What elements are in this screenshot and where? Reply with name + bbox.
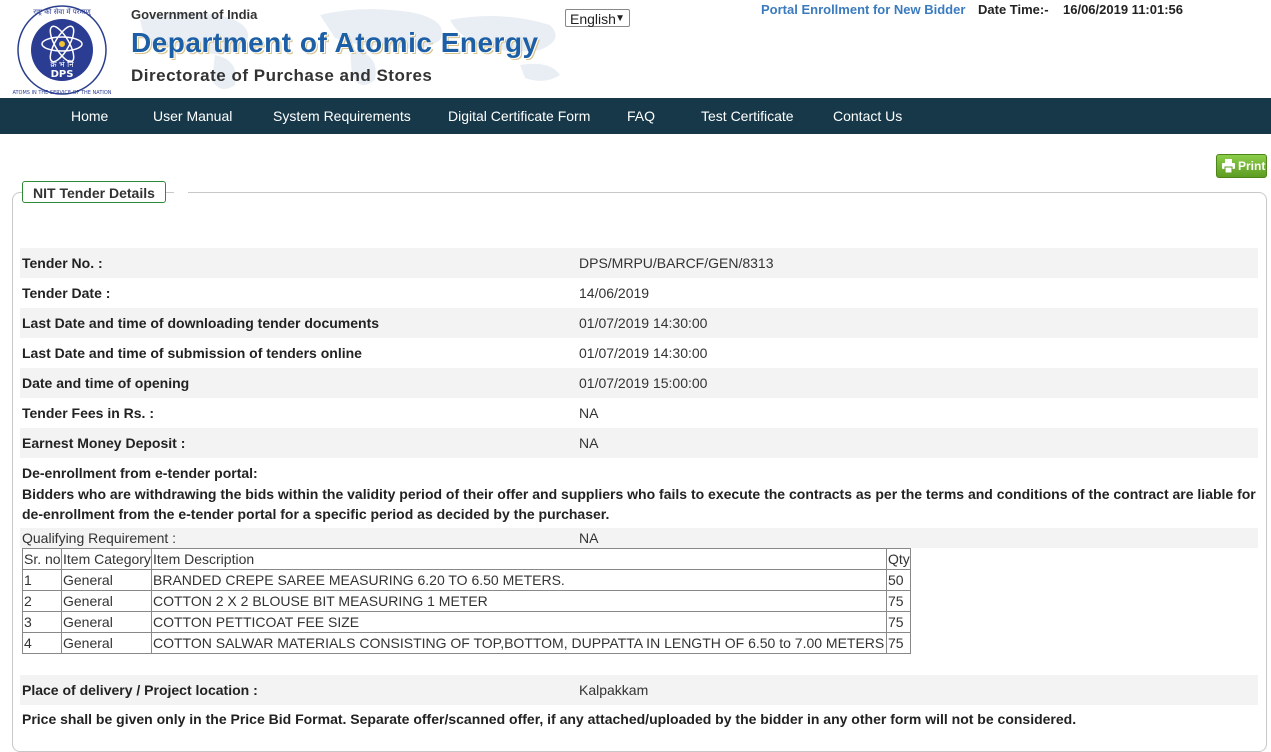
field-label: Earnest Money Deposit :: [22, 435, 186, 451]
field-value: 01/07/2019 14:30:00: [579, 345, 708, 361]
field-value: 01/07/2019 15:00:00: [579, 375, 708, 391]
field-value: DPS/MRPU/BARCF/GEN/8313: [579, 255, 774, 271]
place-value: Kalpakkam: [579, 682, 649, 698]
field-row-download-deadline: Last Date and time of downloading tender…: [20, 308, 1258, 338]
table-row: 2 General COTTON 2 X 2 BLOUSE BIT MEASUR…: [22, 590, 911, 612]
field-value: NA: [579, 405, 599, 421]
nav-user-manual[interactable]: User Manual: [153, 98, 232, 134]
cell-qty: 75: [886, 611, 911, 633]
cell-category: General: [61, 569, 152, 591]
col-header-category: Item Category: [61, 548, 152, 570]
language-select[interactable]: English ▼: [565, 9, 630, 27]
qualifying-requirement-row: Qualifying Requirement : NA: [20, 528, 1258, 548]
table-row: 1 General BRANDED CREPE SAREE MEASURING …: [22, 569, 911, 591]
field-row-tender-date: Tender Date : 14/06/2019: [20, 278, 1258, 308]
field-row-opening-date: Date and time of opening 01/07/2019 15:0…: [20, 368, 1258, 398]
emblem-hindi-motto: राष्ट्र की सेवा में परमाणु: [33, 7, 91, 16]
logo-abbr-text: DPS: [51, 69, 74, 80]
field-row-submission-deadline: Last Date and time of submission of tend…: [20, 338, 1258, 368]
table-row: 4 General COTTON SALWAR MATERIALS CONSIS…: [22, 632, 911, 654]
panel-legend: NIT Tender Details: [22, 181, 166, 203]
cell-category: General: [61, 611, 152, 633]
field-row-emd: Earnest Money Deposit : NA: [20, 428, 1258, 458]
field-label: Last Date and time of downloading tender…: [22, 315, 380, 331]
cell-description: COTTON SALWAR MATERIALS CONSISTING OF TO…: [151, 632, 887, 654]
deenrollment-text: Bidders who are withdrawing the bids wit…: [22, 486, 1256, 522]
field-value: 01/07/2019 14:30:00: [579, 315, 708, 331]
field-label: Tender No. :: [22, 255, 103, 271]
col-header-description: Item Description: [151, 548, 887, 570]
field-row-place-of-delivery: Place of delivery / Project location : K…: [20, 675, 1258, 705]
price-note: Price shall be given only in the Price B…: [22, 711, 1077, 727]
cell-category: General: [61, 632, 152, 654]
dropdown-arrow-icon: ▼: [615, 13, 625, 24]
date-time-label: Date Time:-: [978, 2, 1049, 17]
nav-test-certificate[interactable]: Test Certificate: [701, 98, 794, 134]
field-label: Last Date and time of submission of tend…: [22, 345, 362, 361]
cell-sr: 2: [22, 590, 62, 612]
cell-sr: 4: [22, 632, 62, 654]
field-label: Date and time of opening: [22, 375, 190, 391]
qualifying-label: Qualifying Requirement :: [22, 530, 177, 546]
cell-description: COTTON 2 X 2 BLOUSE BIT MEASURING 1 METE…: [151, 590, 887, 612]
col-header-qty: Qty: [886, 548, 911, 570]
print-button[interactable]: Print: [1216, 154, 1267, 178]
cell-qty: 75: [886, 590, 911, 612]
qualifying-value: NA: [579, 530, 599, 546]
department-title: Department of Atomic Energy: [131, 27, 539, 58]
cell-description: COTTON PETTICOAT FEE SIZE: [151, 611, 887, 633]
nav-home[interactable]: Home: [71, 98, 108, 134]
field-row-tender-fees: Tender Fees in Rs. : NA: [20, 398, 1258, 428]
emblem-english-motto: ATOMS IN THE SERVICE OF THE NATION: [12, 90, 111, 96]
field-value: NA: [579, 435, 599, 451]
print-label: Print: [1238, 159, 1266, 173]
directorate-subtitle: Directorate of Purchase and Stores: [131, 66, 433, 85]
cell-qty: 50: [886, 569, 911, 591]
cell-sr: 1: [22, 569, 62, 591]
printer-icon: [1222, 159, 1235, 173]
items-table: Sr. no Item Category Item Description Qt…: [22, 548, 911, 654]
field-label: Tender Date :: [22, 285, 111, 301]
field-value: 14/06/2019: [579, 285, 650, 301]
cell-category: General: [61, 590, 152, 612]
col-header-sr: Sr. no: [22, 548, 62, 570]
cell-qty: 75: [886, 632, 911, 654]
language-selected: English: [570, 11, 616, 27]
field-label: Tender Fees in Rs. :: [22, 405, 154, 421]
table-row: 3 General COTTON PETTICOAT FEE SIZE 75: [22, 611, 911, 633]
cell-sr: 3: [22, 611, 62, 633]
portal-enrollment-link[interactable]: Portal Enrollment for New Bidder: [761, 2, 965, 17]
government-label: Government of India: [131, 7, 258, 22]
place-label: Place of delivery / Project location :: [22, 682, 258, 698]
table-header-row: Sr. no Item Category Item Description Qt…: [22, 548, 911, 570]
nav-faq[interactable]: FAQ: [627, 98, 655, 134]
date-time-value: 16/06/2019 11:01:56: [1063, 2, 1183, 17]
nav-contact-us[interactable]: Contact Us: [833, 98, 902, 134]
cell-description: BRANDED CREPE SAREE MEASURING 6.20 TO 6.…: [151, 569, 887, 591]
field-row-tender-no: Tender No. : DPS/MRPU/BARCF/GEN/8313: [20, 248, 1258, 278]
logo-hindi-text: क्र भं नि: [50, 59, 74, 69]
dps-emblem-logo: राष्ट्र की सेवा में परमाणु ATOMS IN THE …: [12, 5, 112, 96]
main-nav: Home User Manual System Requirements Dig…: [0, 98, 1271, 134]
site-header: राष्ट्र की सेवा में परमाणु ATOMS IN THE …: [0, 0, 1271, 98]
deenrollment-title: De-enrollment from e-tender portal:: [22, 465, 258, 481]
nav-digital-certificate-form[interactable]: Digital Certificate Form: [448, 98, 590, 134]
nav-system-requirements[interactable]: System Requirements: [273, 98, 411, 134]
